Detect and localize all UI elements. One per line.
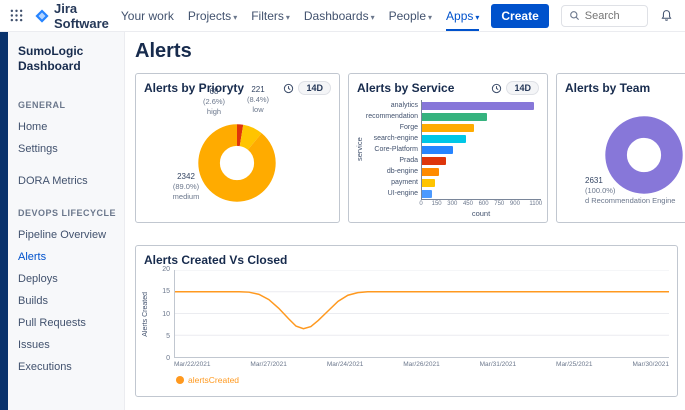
sidebar-item-home[interactable]: Home xyxy=(18,116,116,138)
bar-category-UI-engine: UI-engine xyxy=(365,188,421,199)
bar-category-Forge: Forge xyxy=(365,122,421,133)
bar-category-analytics: analytics xyxy=(365,100,421,111)
card-alerts-by-service: Alerts by Service 14D serviceanalyticsre… xyxy=(348,73,548,223)
legend[interactable]: alertsCreated xyxy=(176,375,239,385)
charts-row: Alerts by Prioryty 14D 68 (2.6%) high xyxy=(135,73,685,223)
chevron-down-icon xyxy=(231,9,237,23)
sidebar-title: SumoLogic Dashboard xyxy=(18,44,116,74)
page-title: Alerts xyxy=(135,40,685,63)
search-icon xyxy=(569,10,580,21)
bar-Prada[interactable] xyxy=(422,157,446,165)
sidebar-item-dora-metrics[interactable]: DORA Metrics xyxy=(18,170,116,192)
donut-label-low: 221 (8.4%) low xyxy=(238,85,278,115)
bar-db-engine[interactable] xyxy=(422,168,439,176)
clock-icon xyxy=(283,83,294,94)
bar-category-Core-Platform: Core-Platform xyxy=(365,144,421,155)
bar-plot-area xyxy=(421,100,541,200)
plot-area xyxy=(174,270,669,358)
x-axis-ticks: Mar/22/2021Mar/27/2021Mar/24/2021Mar/26/… xyxy=(174,361,669,368)
bar-category-recommendation: recommendation xyxy=(365,111,421,122)
donut-label-team: 2631 (100.0%) d Recommendation Engine xyxy=(585,176,685,206)
alerts-created-line-chart[interactable]: Alerts Created 20151050 Mar/22/2021Mar/2… xyxy=(142,270,671,394)
legend-dot xyxy=(176,376,184,384)
bar-category-Prada: Prada xyxy=(365,155,421,166)
y-axis-label: Alerts Created xyxy=(142,292,149,337)
jira-logo-icon xyxy=(35,9,49,23)
card-title: Alerts Created Vs Closed xyxy=(144,253,287,267)
bar-category-search-engine: search-engine xyxy=(365,133,421,144)
brand-label: Jira Software xyxy=(54,1,109,31)
card-alerts-by-priority: Alerts by Prioryty 14D 68 (2.6%) high xyxy=(135,73,340,223)
left-navy-rail xyxy=(0,32,8,410)
nav-apps[interactable]: Apps xyxy=(446,0,479,31)
donut-slice-d Recommendation Engine[interactable] xyxy=(616,127,672,183)
sidebar-section-general: GENERAL xyxy=(18,100,116,110)
chevron-down-icon xyxy=(473,9,479,23)
bar-analytics[interactable] xyxy=(422,102,534,110)
bar-category-labels: analyticsrecommendationForgesearch-engin… xyxy=(365,100,421,200)
chevron-down-icon xyxy=(284,9,290,23)
notifications-bell-icon[interactable] xyxy=(660,9,673,22)
sidebar-item-pipeline-overview[interactable]: Pipeline Overview xyxy=(18,224,116,246)
bar-category-payment: payment xyxy=(365,177,421,188)
sidebar-item-settings[interactable]: Settings xyxy=(18,138,116,160)
donut-label-high: 68 (2.6%) high xyxy=(194,87,234,117)
bar-x-axis-label: count xyxy=(421,209,541,218)
sidebar-item-builds[interactable]: Builds xyxy=(18,290,116,312)
sidebar-section-devops: DEVOPS LIFECYCLE xyxy=(18,208,116,218)
bar-y-axis-label: service xyxy=(355,100,365,199)
service-bar-chart[interactable]: serviceanalyticsrecommendationForgesearc… xyxy=(355,100,541,220)
nav-your-work[interactable]: Your work xyxy=(121,0,174,31)
time-range-badge[interactable]: 14D xyxy=(298,81,331,95)
sidebar-item-deploys[interactable]: Deploys xyxy=(18,268,116,290)
chevron-down-icon xyxy=(369,9,375,23)
search-input[interactable] xyxy=(585,10,640,22)
search-box[interactable] xyxy=(561,5,648,27)
donut-label-medium: 2342 (89.0%) medium xyxy=(160,172,212,202)
nav-dashboards[interactable]: Dashboards xyxy=(304,0,375,31)
main-content: Alerts Alerts by Prioryty 14D xyxy=(125,32,685,410)
app-switcher-icon[interactable] xyxy=(10,9,23,22)
sidebar: SumoLogic Dashboard GENERAL Home Setting… xyxy=(8,32,125,410)
time-range-badge[interactable]: 14D xyxy=(506,81,539,95)
bar-recommendation[interactable] xyxy=(422,113,487,121)
bar-category-db-engine: db-engine xyxy=(365,166,421,177)
card-alerts-by-team: Alerts by Team 2631 (100.0%) d Recommend… xyxy=(556,73,685,223)
nav-filters[interactable]: Filters xyxy=(251,0,290,31)
nav-people[interactable]: People xyxy=(389,0,432,31)
bar-x-axis-ticks: 01503004506007509001100 xyxy=(421,200,541,209)
jira-brand[interactable]: Jira Software xyxy=(35,1,109,31)
card-alerts-created-vs-closed: Alerts Created Vs Closed Alerts Created … xyxy=(135,245,678,397)
y-axis-ticks: 20151050 xyxy=(150,266,170,362)
card-title: Alerts by Service xyxy=(357,81,454,95)
clock-icon xyxy=(491,83,502,94)
card-title: Alerts by Team xyxy=(565,81,650,95)
bar-Forge[interactable] xyxy=(422,124,474,132)
sidebar-item-issues[interactable]: Issues xyxy=(18,334,116,356)
bar-search-engine[interactable] xyxy=(422,135,466,143)
chevron-down-icon xyxy=(426,9,432,23)
sidebar-item-executions[interactable]: Executions xyxy=(18,356,116,378)
bar-Core-Platform[interactable] xyxy=(422,146,453,154)
primary-nav: Your work Projects Filters Dashboards Pe… xyxy=(121,0,479,31)
bar-payment[interactable] xyxy=(422,179,435,187)
bar-UI-engine[interactable] xyxy=(422,190,432,198)
top-navbar: Jira Software Your work Projects Filters… xyxy=(0,0,685,32)
nav-projects[interactable]: Projects xyxy=(188,0,237,31)
jira-app-window: Jira Software Your work Projects Filters… xyxy=(0,0,685,410)
sidebar-item-pull-requests[interactable]: Pull Requests xyxy=(18,312,116,334)
sidebar-item-alerts[interactable]: Alerts xyxy=(18,246,116,268)
line-series-alertsCreated[interactable] xyxy=(175,292,669,329)
legend-label: alertsCreated xyxy=(188,375,239,385)
create-button[interactable]: Create xyxy=(491,4,548,28)
donut-slice-medium[interactable] xyxy=(209,135,265,191)
